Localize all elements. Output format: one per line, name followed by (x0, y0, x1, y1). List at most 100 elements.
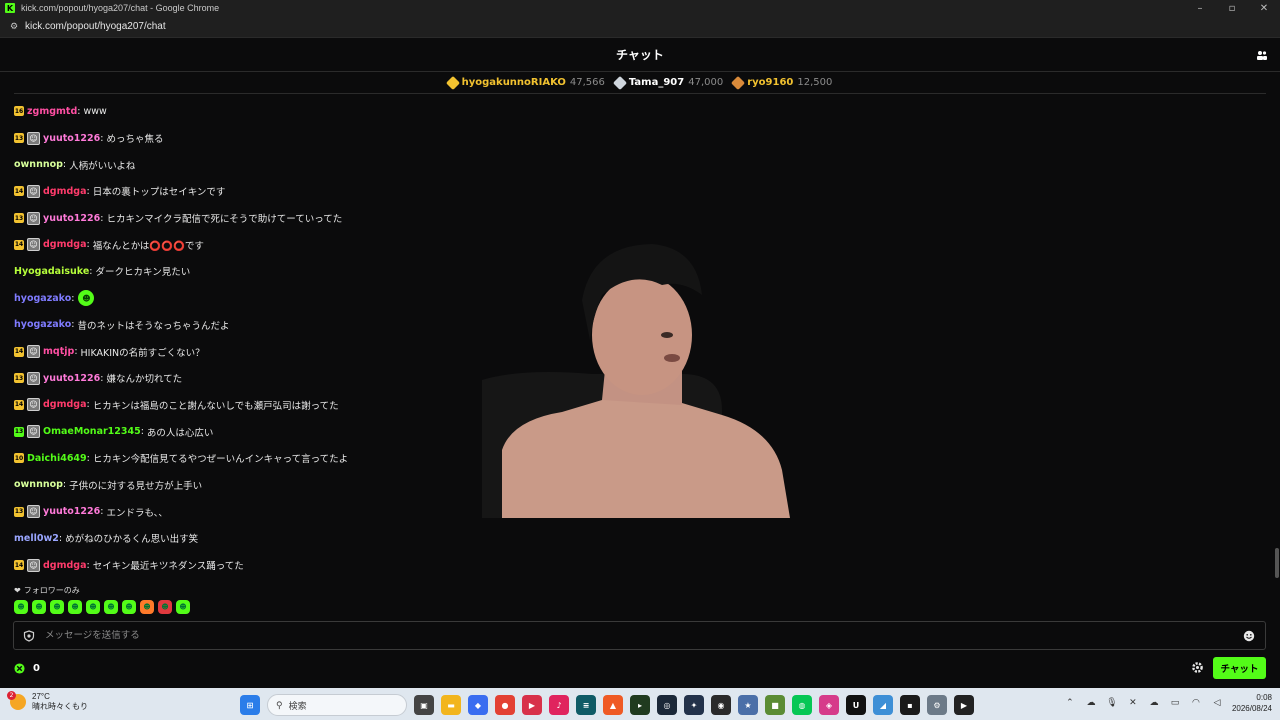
quick-emote-button[interactable]: ☻ (50, 600, 64, 614)
chat-username[interactable]: yuuto1226 (43, 133, 100, 144)
search-icon: ⚲ (276, 699, 283, 710)
app-icon-sky[interactable]: ◢ (873, 695, 893, 715)
chat-username[interactable]: Daichi4649 (27, 453, 87, 464)
microphone-icon[interactable]: 🎙 (1106, 697, 1118, 709)
leaderboard-name: Tama_907 (628, 77, 685, 88)
leaderboard-item[interactable]: ryo9160 12,500 (731, 75, 833, 90)
steam-icon[interactable]: ◎ (657, 695, 677, 715)
system-tray: ⌃ ☁ 🎙 ✕ ☁ ▭ ◠ ◁ 0:08 2026/08/24 (1064, 692, 1272, 714)
chat-username[interactable]: dgmdga (43, 239, 87, 250)
leaderboard-value: 12,500 (797, 77, 833, 88)
colon-separator: : (62, 159, 67, 171)
send-chat-button[interactable]: チャット (1213, 657, 1266, 679)
quick-emote-button[interactable]: ☻ (86, 600, 100, 614)
channel-points-icon[interactable] (14, 662, 25, 674)
app-icon-teal[interactable]: ≡ (576, 695, 596, 715)
chat-username[interactable]: ownnnop (14, 159, 63, 170)
quick-emote-button[interactable]: ☻ (32, 600, 46, 614)
minecraft-icon[interactable]: ■ (765, 695, 785, 715)
onedrive-icon[interactable]: ☁ (1148, 697, 1160, 709)
quick-emote-button[interactable]: ☻ (176, 600, 190, 614)
quick-emote-button[interactable]: ☻ (122, 600, 136, 614)
chat-username[interactable]: dgmdga (43, 399, 87, 410)
quick-emote-button[interactable]: ☻ (140, 600, 154, 614)
windows-start-icon[interactable]: ⊞ (240, 695, 260, 715)
avatar-badge-icon: ☺ (27, 238, 40, 252)
chat-username[interactable]: ownnnop (14, 479, 63, 490)
chat-username[interactable]: yuuto1226 (43, 213, 100, 224)
site-settings-icon[interactable]: ⚙ (9, 22, 19, 32)
wifi-icon[interactable]: ◠ (1190, 697, 1202, 709)
chat-username[interactable]: mell0w2 (14, 533, 59, 544)
app-icon-pink[interactable]: ◈ (819, 695, 839, 715)
chat-username[interactable]: yuuto1226 (43, 373, 100, 384)
quick-emote-button[interactable]: ☻ (14, 600, 28, 614)
chevron-up-icon[interactable]: ⌃ (1064, 697, 1076, 709)
colon-separator: : (100, 212, 104, 224)
avatar-badge-icon: ☺ (27, 184, 40, 198)
maximize-button[interactable]: ▫ (1216, 0, 1248, 16)
search-label: 検索 (288, 700, 307, 711)
line-icon[interactable]: ◍ (792, 695, 812, 715)
chat-username[interactable]: dgmdga (43, 186, 87, 197)
chat-input-box[interactable] (13, 621, 1266, 650)
unreal-icon[interactable]: U (846, 695, 866, 715)
app-icon-dark-green[interactable]: ▸ (630, 695, 650, 715)
gear-icon[interactable] (1191, 661, 1204, 674)
address-bar[interactable]: ⚙ kick.com/popout/hyoga207/chat (0, 16, 1280, 38)
chat-username[interactable]: zgmgmtd (27, 106, 77, 117)
taskbar-search[interactable]: ⚲ 検索 (267, 694, 407, 716)
diamond-icon (445, 75, 460, 90)
display-icon[interactable]: ▭ (1169, 697, 1181, 709)
mute-icon[interactable]: ✕ (1127, 697, 1139, 709)
subscriber-badge: 13 (14, 373, 24, 384)
settings-icon[interactable]: ⚙ (927, 695, 947, 715)
chat-message: 14 ☺ dgmdga: 福なんとかは⭕⭕⭕です (14, 231, 474, 258)
emoji-icon[interactable] (1243, 630, 1255, 642)
tiktok-icon[interactable]: ♪ (549, 695, 569, 715)
message-input[interactable] (45, 630, 1243, 641)
chat-username[interactable]: mqtjp (43, 346, 74, 357)
window-controls: – ▫ ✕ (1184, 0, 1280, 16)
brave-icon[interactable]: ▲ (603, 695, 623, 715)
app-icon-navy[interactable]: ✦ (684, 695, 704, 715)
leaderboard-item[interactable]: Tama_907 47,000 (612, 75, 723, 90)
chat-message: 13 ☺ yuuto1226: 嫌なんか切れてた (14, 365, 474, 392)
app-icon-blue[interactable]: ◆ (468, 695, 488, 715)
quick-emote-button[interactable]: ☻ (158, 600, 172, 614)
clock-date: 2026/08/24 (1231, 704, 1272, 713)
weather-widget[interactable]: 2 27°C 晴れ時々くもり (7, 691, 88, 712)
scrollbar-thumb[interactable] (1275, 548, 1279, 578)
app-icon-star[interactable]: ★ (738, 695, 758, 715)
leaderboard-value: 47,566 (569, 77, 605, 88)
clock[interactable]: 0:08 2026/08/24 (1232, 692, 1272, 714)
colon-separator: : (100, 132, 104, 144)
volume-icon[interactable]: ◁ (1211, 697, 1223, 709)
media-player-icon[interactable]: ▶ (954, 695, 974, 715)
chat-username[interactable]: Hyogadaisuke (14, 266, 89, 277)
app-icon-black[interactable]: ▪ (900, 695, 920, 715)
chat-message-text: ヒカキンマイクラ配信で死にそうで助けてーていってた (106, 214, 343, 226)
chrome-icon[interactable]: ● (495, 695, 515, 715)
chat-username[interactable]: hyogazako (14, 293, 71, 304)
chat-username[interactable]: dgmdga (43, 560, 87, 571)
chat-username[interactable]: hyogazako (14, 319, 71, 330)
chat-message-text: めっちゃ焦る (106, 134, 164, 146)
leaderboard-item[interactable]: hyogakunnoRIAKO 47,566 (445, 75, 605, 90)
chat-message-text: 子供のに対する見せ方が上手い (69, 480, 203, 492)
obs-icon[interactable]: ◉ (711, 695, 731, 715)
cloud-icon[interactable]: ☁ (1085, 697, 1097, 709)
quick-emote-button[interactable]: ☻ (104, 600, 118, 614)
minimize-button[interactable]: – (1184, 0, 1216, 16)
subscriber-badge: 13 (14, 213, 24, 224)
chat-username[interactable]: OmaeMonar12345 (43, 426, 141, 437)
quick-emote-button[interactable]: ☻ (68, 600, 82, 614)
avatar-badge-icon: ☺ (27, 558, 40, 572)
users-icon[interactable] (1256, 49, 1268, 61)
chat-username[interactable]: yuuto1226 (43, 506, 100, 517)
task-view-icon[interactable]: ▣ (414, 695, 434, 715)
app-icon-red[interactable]: ▶ (522, 695, 542, 715)
close-button[interactable]: ✕ (1248, 0, 1280, 16)
url-text[interactable]: kick.com/popout/hyoga207/chat (25, 21, 166, 32)
file-explorer-icon[interactable]: ▬ (441, 695, 461, 715)
